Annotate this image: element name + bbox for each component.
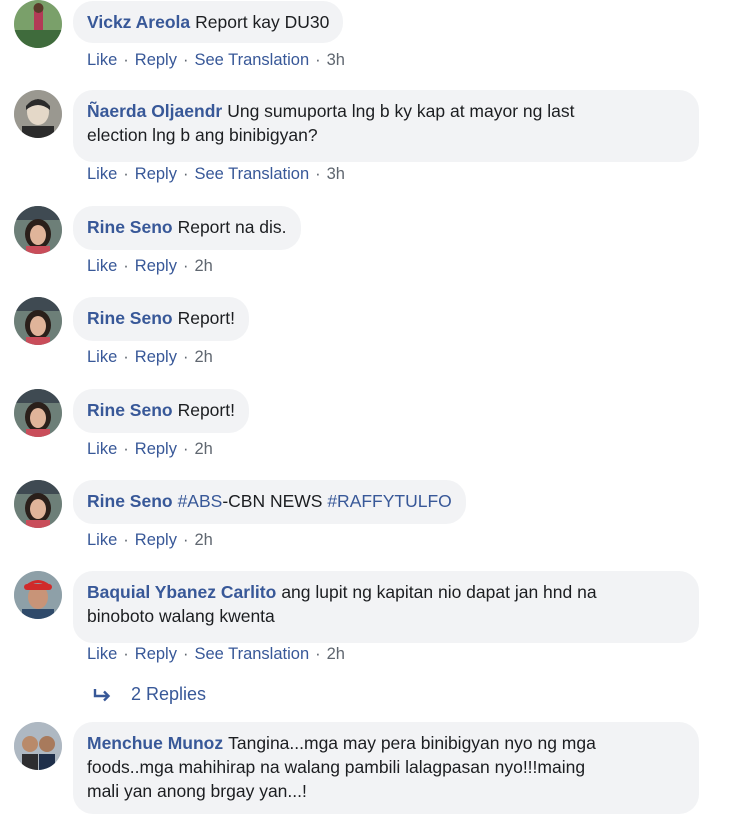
like-button[interactable]: Like <box>87 645 117 663</box>
comment-text: Report na dis. <box>177 217 287 237</box>
hashtag-link[interactable]: #RAFFYTULFO <box>327 491 451 511</box>
comment-bubble: Vickz Areola Report kay DU30 <box>73 1 344 43</box>
reply-button[interactable]: Reply <box>135 440 177 458</box>
comment-bubble: Rine Seno Report! <box>73 389 249 433</box>
see-translation-link[interactable]: See Translation <box>194 51 309 69</box>
reply-button[interactable]: Reply <box>135 165 177 183</box>
avatar[interactable] <box>14 0 62 48</box>
comment-actions: Like · Reply · 2h <box>87 348 213 366</box>
comment-time[interactable]: 2h <box>194 440 212 458</box>
comment-actions: Like · Reply · 2h <box>87 531 213 549</box>
comment-bubble: Menchue Munoz Tangina...mga may pera bini… <box>73 722 699 814</box>
comment-actions: Like · Reply · See Translation · 3h <box>87 51 345 69</box>
reply-button[interactable]: Reply <box>135 51 177 69</box>
comment-author[interactable]: Ñaerda Oljaendr <box>87 101 222 121</box>
avatar[interactable] <box>14 480 62 528</box>
comment-actions: Like · Reply · See Translation · 2h <box>87 645 345 663</box>
like-button[interactable]: Like <box>87 165 117 183</box>
comment-bubble: Rine Seno Report na dis. <box>73 206 301 250</box>
comment-bubble: Rine Seno #ABS-CBN NEWS #RAFFYTULFO <box>73 480 466 524</box>
like-button[interactable]: Like <box>87 440 117 458</box>
comment-text: Report kay DU30 <box>195 12 330 32</box>
comment-text: Ung sumuporta lng b ky kap at mayor ng l… <box>227 101 575 121</box>
comment-time[interactable]: 2h <box>194 531 212 549</box>
comment-author[interactable]: Baquial Ybanez Carlito <box>87 582 276 602</box>
comment-bubble: Baquial Ybanez Carlito ang lupit ng kapit… <box>73 571 699 643</box>
avatar-image-icon <box>14 90 62 138</box>
avatar-image-icon <box>14 297 62 345</box>
comment-text: binoboto walang kwenta <box>87 606 275 626</box>
comment-time[interactable]: 2h <box>194 348 212 366</box>
comment-time[interactable]: 3h <box>327 51 345 69</box>
comment-author[interactable]: Rine Seno <box>87 400 173 420</box>
comment-text: foods..mga mahihirap na walang pambili l… <box>87 757 586 777</box>
reply-button[interactable]: Reply <box>135 257 177 275</box>
avatar[interactable] <box>14 722 62 770</box>
comment-author[interactable]: Menchue Munoz <box>87 733 223 753</box>
avatar[interactable] <box>14 389 62 437</box>
hashtag-link[interactable]: #ABS <box>178 491 223 511</box>
like-button[interactable]: Like <box>87 531 117 549</box>
comment-author[interactable]: Vickz Areola <box>87 12 190 32</box>
comment-author[interactable]: Rine Seno <box>87 308 173 328</box>
replies-count-label[interactable]: 2 Replies <box>131 684 206 705</box>
comment-text: Tangina...mga may pera binibigyan nyo ng… <box>228 733 596 753</box>
reply-button[interactable]: Reply <box>135 531 177 549</box>
comment-time[interactable]: 2h <box>327 645 345 663</box>
view-replies-link[interactable]: 2 Replies <box>93 684 206 705</box>
comment-time[interactable]: 2h <box>194 257 212 275</box>
comment-text: Report! <box>177 308 235 328</box>
like-button[interactable]: Like <box>87 348 117 366</box>
avatar[interactable] <box>14 90 62 138</box>
see-translation-link[interactable]: See Translation <box>194 645 309 663</box>
comment-bubble: Rine Seno Report! <box>73 297 249 341</box>
like-button[interactable]: Like <box>87 51 117 69</box>
avatar-image-icon <box>14 0 62 48</box>
like-button[interactable]: Like <box>87 257 117 275</box>
reply-arrow-icon <box>93 688 111 701</box>
comment-bubble: Ñaerda Oljaendr Ung sumuporta lng b ky ka… <box>73 90 699 162</box>
comment-text: -CBN NEWS <box>222 491 328 511</box>
avatar[interactable] <box>14 206 62 254</box>
comment-author[interactable]: Rine Seno <box>87 491 173 511</box>
comment-author[interactable]: Rine Seno <box>87 217 173 237</box>
comment-actions: Like · Reply · See Translation · 3h <box>87 165 345 183</box>
avatar-image-icon <box>14 722 62 770</box>
avatar[interactable] <box>14 297 62 345</box>
comment-text: mali yan anong brgay yan...! <box>87 781 307 801</box>
comment-time[interactable]: 3h <box>327 165 345 183</box>
avatar-image-icon <box>14 571 62 619</box>
avatar[interactable] <box>14 571 62 619</box>
comment-text: ang lupit ng kapitan nio dapat jan hnd n… <box>281 582 597 602</box>
reply-button[interactable]: Reply <box>135 645 177 663</box>
avatar-image-icon <box>14 480 62 528</box>
see-translation-link[interactable]: See Translation <box>194 165 309 183</box>
comment-actions: Like · Reply · 2h <box>87 440 213 458</box>
comment-text: election lng b ang binibigyan? <box>87 125 318 145</box>
comment-actions: Like · Reply · 2h <box>87 257 213 275</box>
reply-button[interactable]: Reply <box>135 348 177 366</box>
avatar-image-icon <box>14 206 62 254</box>
comment-text: Report! <box>177 400 235 420</box>
avatar-image-icon <box>14 389 62 437</box>
